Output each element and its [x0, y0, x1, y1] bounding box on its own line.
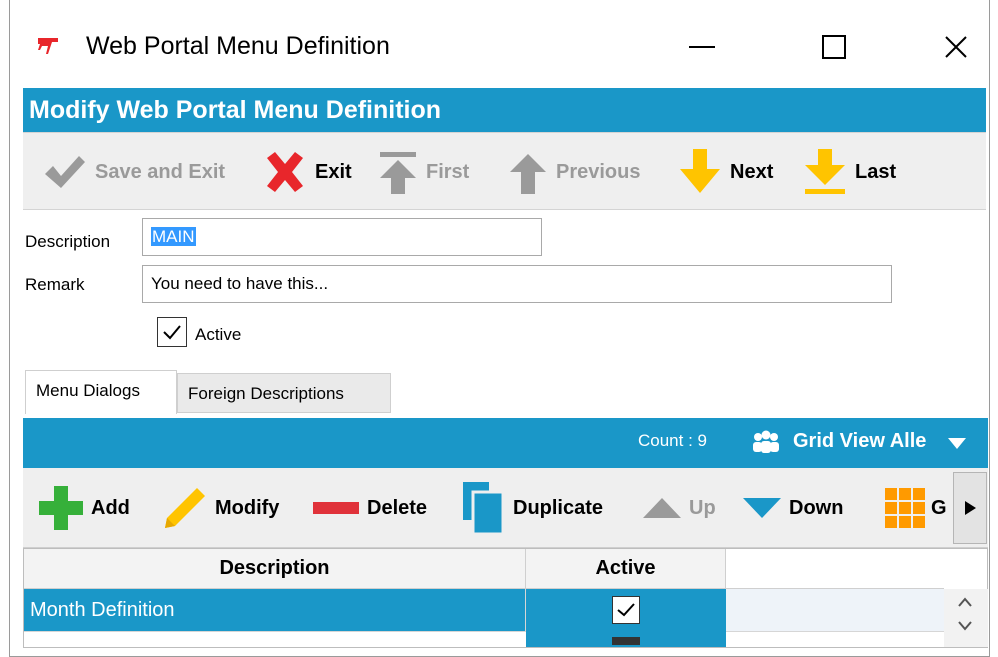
last-button[interactable]: Last	[803, 147, 896, 197]
modify-button[interactable]: Modify	[163, 483, 279, 533]
first-arrow-icon	[380, 152, 416, 194]
up-arrow-icon	[510, 154, 546, 194]
toolbar: Save and Exit Exit First Previous Next L…	[23, 132, 986, 210]
table-row[interactable]	[24, 631, 944, 647]
grid-options-label: G	[931, 496, 947, 519]
tab-menu-dialogs-label: Menu Dialogs	[36, 381, 140, 400]
grid-icon	[885, 488, 925, 528]
description-value: MAIN	[151, 227, 196, 246]
minimize-icon	[689, 46, 715, 48]
title-bar: Web Portal Menu Definition	[10, 0, 989, 80]
row-active-checkbox[interactable]	[612, 596, 640, 624]
triangle-up-icon	[643, 498, 681, 518]
up-button[interactable]: Up	[643, 483, 716, 533]
checkmark-icon	[617, 603, 635, 617]
add-button[interactable]: Add	[39, 483, 130, 533]
previous-label: Previous	[556, 160, 641, 183]
last-arrow-icon	[805, 149, 845, 194]
chevron-down-icon[interactable]	[958, 621, 972, 631]
checkmark-icon	[163, 325, 181, 340]
x-icon	[267, 152, 303, 192]
page-title: Modify Web Portal Menu Definition	[29, 96, 442, 124]
menu-dialogs-table: Description Active Month Definition	[23, 548, 988, 648]
tab-foreign-descriptions-label: Foreign Descriptions	[188, 384, 344, 403]
checkmark-icon	[45, 156, 85, 188]
column-header-description[interactable]: Description	[24, 549, 526, 589]
delete-label: Delete	[367, 496, 428, 519]
duplicate-button[interactable]: Duplicate	[463, 482, 604, 534]
up-label: Up	[689, 496, 716, 519]
toolbar-scroll-right-button[interactable]	[953, 472, 987, 544]
close-button[interactable]	[916, 22, 996, 72]
grid-view-selector[interactable]: Grid View Alle	[793, 430, 926, 453]
duplicate-icon	[463, 482, 505, 534]
row-active-checkbox-partial[interactable]	[612, 637, 640, 645]
grid-options-button[interactable]: G	[885, 483, 947, 533]
table-row-active-cell[interactable]	[526, 589, 726, 631]
maximize-button[interactable]	[794, 22, 874, 72]
page-header: Modify Web Portal Menu Definition	[23, 88, 986, 132]
chevron-up-icon[interactable]	[958, 597, 972, 607]
tab-menu-dialogs[interactable]: Menu Dialogs	[25, 370, 177, 414]
tab-foreign-descriptions[interactable]: Foreign Descriptions	[177, 373, 391, 413]
table-vertical-scrollbar[interactable]	[944, 589, 988, 647]
next-label: Next	[730, 160, 774, 183]
modify-label: Modify	[215, 496, 280, 519]
table-row-filler	[726, 589, 944, 631]
users-icon	[753, 430, 779, 453]
pencil-icon	[165, 488, 205, 528]
down-arrow-icon	[680, 149, 720, 193]
record-count: Count : 9	[638, 431, 707, 450]
app-logo-icon	[38, 38, 58, 54]
exit-label: Exit	[315, 160, 352, 183]
first-button[interactable]: First	[378, 147, 469, 197]
first-label: First	[426, 160, 470, 183]
triangle-down-icon	[743, 498, 781, 518]
save-and-exit-button[interactable]: Save and Exit	[43, 147, 225, 197]
dialog-window: Web Portal Menu Definition Modify Web Po…	[9, 0, 990, 657]
scroll-right-icon	[965, 501, 976, 515]
next-button[interactable]: Next	[678, 147, 773, 197]
save-and-exit-label: Save and Exit	[95, 160, 226, 183]
close-icon	[945, 36, 967, 58]
column-header-active[interactable]: Active	[526, 549, 726, 589]
duplicate-label: Duplicate	[513, 496, 604, 519]
remark-label: Remark	[25, 275, 85, 294]
dropdown-icon[interactable]	[947, 436, 967, 450]
description-label: Description	[25, 232, 111, 251]
add-label: Add	[91, 496, 130, 519]
last-label: Last	[855, 160, 897, 183]
exit-button[interactable]: Exit	[263, 147, 352, 197]
active-checkbox[interactable]	[157, 317, 187, 347]
down-label: Down	[789, 496, 844, 519]
grid-header-bar: Count : 9 Grid View Alle	[23, 418, 988, 468]
remark-value: You need to have this...	[151, 274, 329, 293]
window-title: Web Portal Menu Definition	[86, 32, 390, 60]
remark-field[interactable]: You need to have this...	[142, 265, 892, 303]
minus-icon	[313, 502, 359, 514]
delete-button[interactable]: Delete	[313, 483, 427, 533]
description-field[interactable]: MAIN	[142, 218, 542, 256]
down-button[interactable]: Down	[743, 483, 843, 533]
column-header-filler	[726, 549, 944, 589]
table-row-description[interactable]: Month Definition	[24, 589, 526, 631]
previous-button[interactable]: Previous	[508, 147, 640, 197]
maximize-icon	[822, 35, 846, 59]
active-label: Active	[195, 325, 242, 344]
minimize-button[interactable]	[662, 22, 742, 72]
plus-icon	[39, 486, 83, 530]
grid-toolbar: Add Modify Delete Duplicate Up Down G	[23, 468, 988, 548]
